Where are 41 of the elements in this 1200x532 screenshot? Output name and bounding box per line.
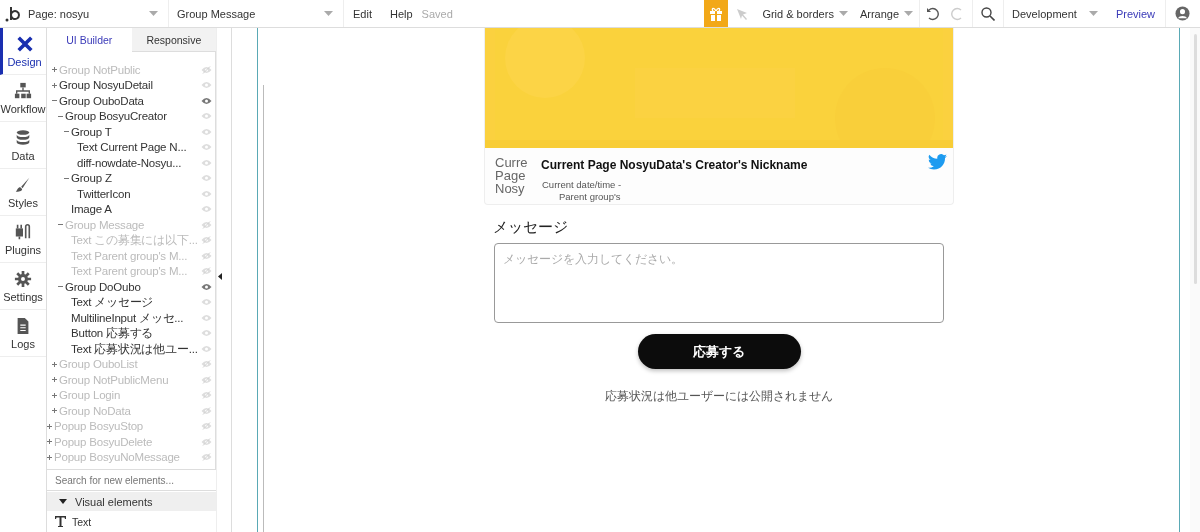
privacy-note: 応募状況は他ユーザーには公開されません — [605, 389, 833, 404]
tree-item[interactable]: TwitterIcon — [47, 186, 216, 202]
rail-tab[interactable]: Plugins — [0, 216, 46, 263]
environment-dropdown[interactable]: Development — [1004, 0, 1106, 27]
menu-item[interactable]: Edit — [344, 7, 381, 20]
rail-tab[interactable]: Data — [0, 122, 46, 169]
rail-tab[interactable]: Styles — [0, 169, 46, 216]
tree-item[interactable]: Group T — [47, 124, 216, 140]
preview-link[interactable]: Preview — [1105, 7, 1165, 20]
tree-item[interactable]: Text 応募状況は他ユー... — [47, 341, 216, 357]
tree-item[interactable]: Group NosyuDetail — [47, 77, 216, 93]
tree-item[interactable]: Group DoOubo — [47, 279, 216, 295]
tree-item[interactable]: diff-nowdate-Nosyu... — [47, 155, 216, 171]
rail-tab[interactable]: Workflow — [0, 75, 46, 122]
tree-item[interactable]: Button 応募する — [47, 325, 216, 341]
apply-button[interactable]: 応募する — [637, 334, 801, 369]
element-search-field[interactable]: Search for new elements... — [47, 474, 193, 486]
category-header[interactable]: Visual elements — [47, 492, 217, 511]
date-text: Current date/time - — [541, 179, 623, 190]
rail-tab[interactable]: Settings — [0, 263, 46, 310]
tree-item[interactable]: Text Current Page N... — [47, 139, 216, 155]
panel-tab[interactable]: Responsive — [131, 28, 217, 52]
tree-item[interactable]: Text メッセージ — [47, 294, 216, 310]
tree-item[interactable]: Image A — [47, 201, 216, 217]
tree-item[interactable]: Group OuboData — [47, 93, 216, 109]
element-dropdown[interactable]: Group Message — [169, 0, 344, 27]
save-status: Saved — [421, 7, 453, 20]
creator-nickname: Current Page NosyuData's Creator's Nickname — [541, 158, 809, 172]
grid-borders-dropdown[interactable]: Grid & borders — [756, 0, 854, 27]
image-alt-text: Curre Page Nosy — [494, 154, 529, 198]
tree-item[interactable]: Group BosyuCreator — [47, 108, 216, 124]
date-text: Parent group's — [558, 191, 622, 202]
menu-item[interactable]: Help — [380, 7, 422, 20]
field-label: メッセージ — [493, 218, 568, 237]
tree-item[interactable]: MultilineInput メッセ... — [47, 310, 216, 326]
arrange-dropdown[interactable]: Arrange — [853, 0, 920, 27]
rail-tab[interactable]: Logs — [0, 310, 46, 357]
tree-item[interactable]: Group Z — [47, 170, 216, 186]
element-palette-item[interactable]: Text — [47, 511, 217, 532]
message-field[interactable]: メッセージを入力してください。 — [494, 243, 944, 323]
page-dropdown[interactable]: Page: nosyu — [24, 0, 169, 27]
